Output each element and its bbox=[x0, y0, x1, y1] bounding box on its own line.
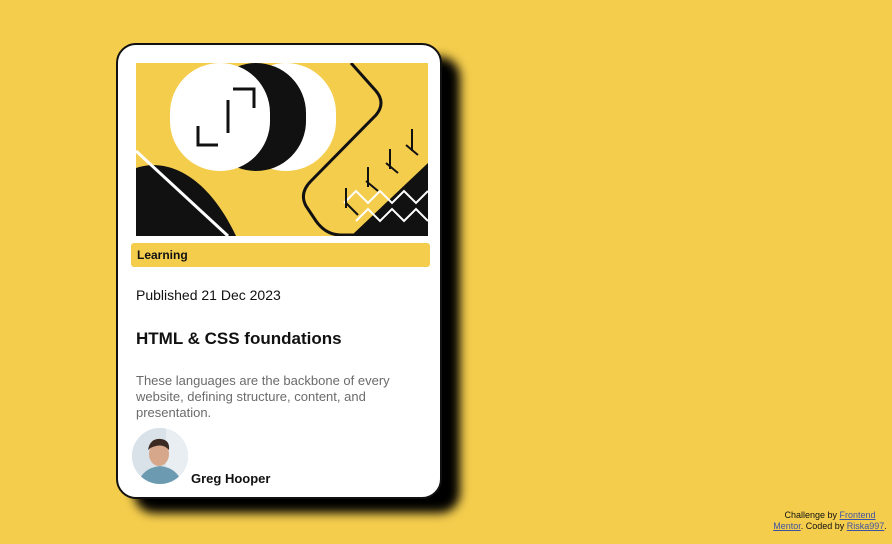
attribution-middle: . Coded by bbox=[800, 521, 845, 531]
page: Learning Published 21 Dec 2023 HTML & CS… bbox=[0, 0, 892, 544]
category-tag: Learning bbox=[131, 243, 430, 267]
attribution-prefix: Challenge by bbox=[784, 510, 837, 520]
card-title[interactable]: HTML & CSS foundations bbox=[136, 329, 342, 349]
attribution: Challenge by Frontend Mentor. Coded by R… bbox=[772, 510, 888, 532]
author-link[interactable]: Riska997 bbox=[847, 521, 885, 531]
card-description: These languages are the backbone of ever… bbox=[136, 373, 390, 420]
author-name: Greg Hooper bbox=[191, 471, 271, 486]
attribution-suffix: . bbox=[884, 521, 887, 531]
article-illustration bbox=[136, 63, 428, 236]
published-date: Published 21 Dec 2023 bbox=[136, 287, 281, 303]
author-avatar bbox=[132, 428, 188, 484]
blog-preview-card: Learning Published 21 Dec 2023 HTML & CS… bbox=[116, 43, 442, 499]
avatar-photo-icon bbox=[132, 428, 188, 484]
